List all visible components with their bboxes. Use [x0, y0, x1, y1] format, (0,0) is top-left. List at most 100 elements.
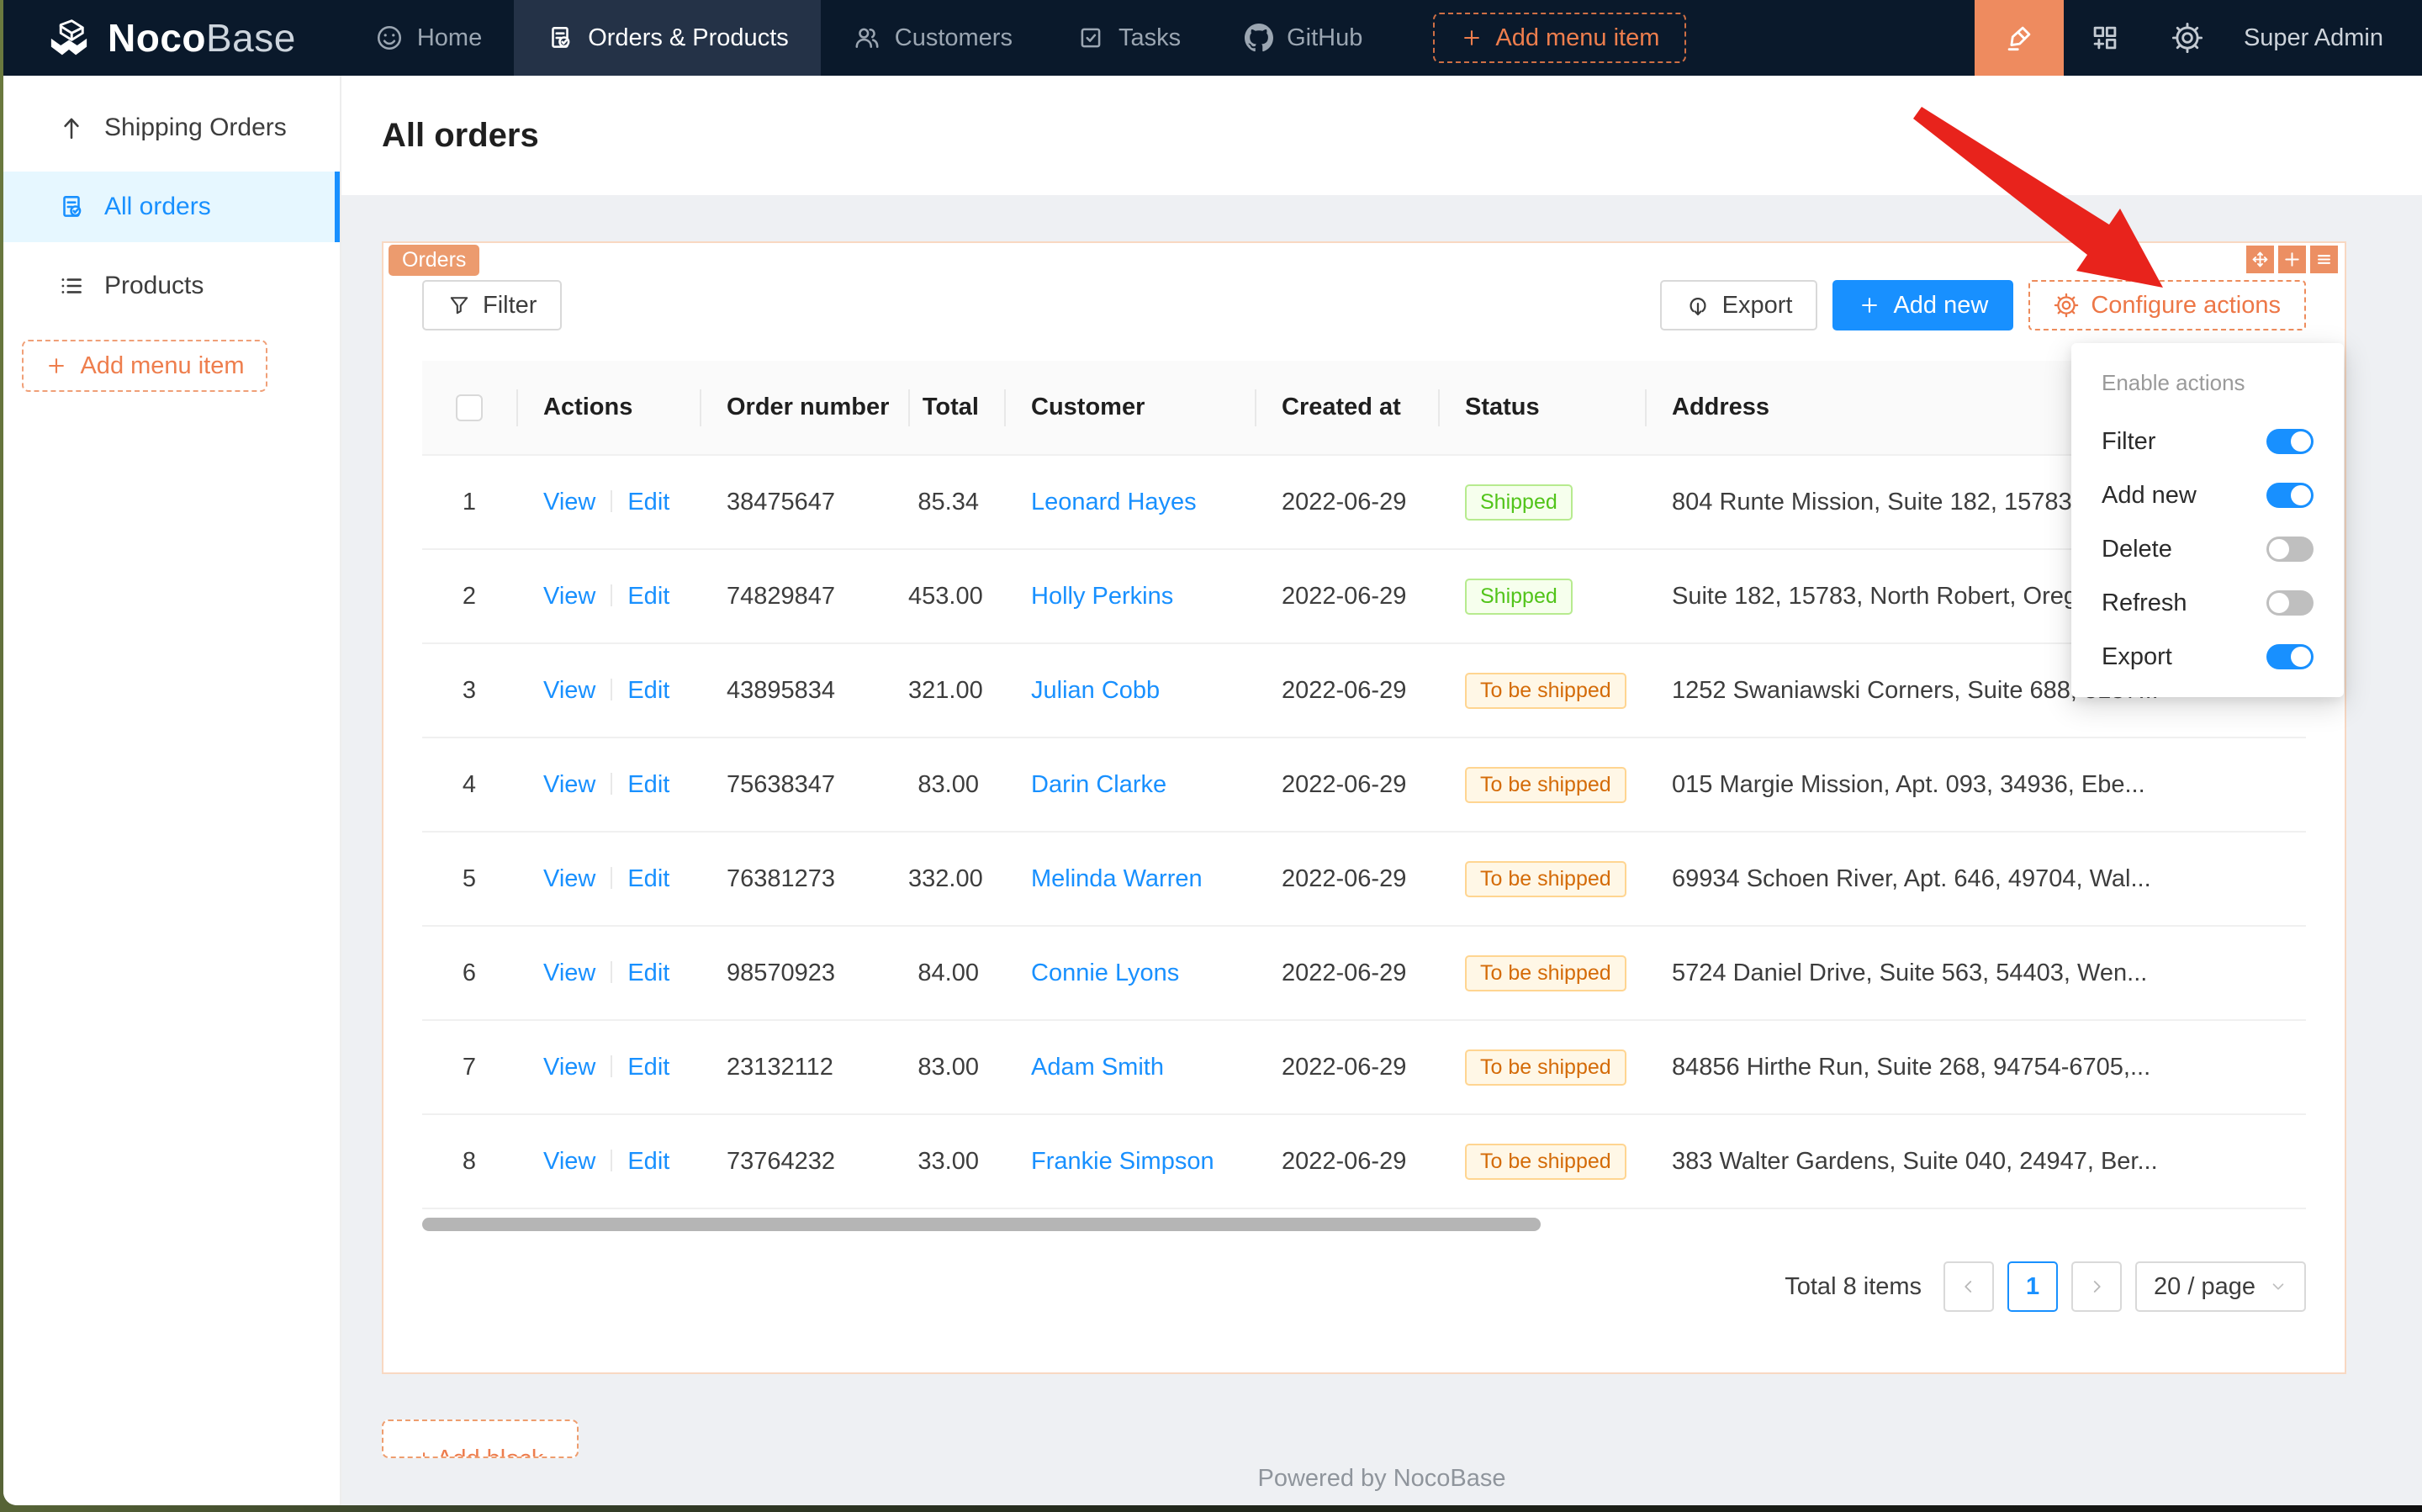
edit-link[interactable]: Edit	[627, 489, 669, 515]
block-settings-menu-button[interactable]	[2310, 246, 2338, 273]
edit-link[interactable]: Edit	[627, 583, 669, 610]
created-at-cell: 2022-06-29	[1255, 926, 1438, 1020]
filter-button[interactable]: Filter	[422, 280, 562, 330]
column-header-created-at[interactable]: Created at	[1255, 361, 1438, 455]
nav-item-orders-products[interactable]: Orders & Products	[514, 0, 821, 76]
plus-icon	[2282, 250, 2302, 269]
table-row[interactable]: 5 ViewEdit 76381273 332.00 Melinda Warre…	[422, 832, 2306, 926]
add-block-button[interactable]: + Add block	[382, 1419, 579, 1458]
toggle-knob	[2291, 647, 2311, 667]
table-row[interactable]: 2 ViewEdit 74829847 453.00 Holly Perkins…	[422, 549, 2306, 643]
view-link[interactable]: View	[543, 960, 595, 986]
view-link[interactable]: View	[543, 1148, 595, 1175]
toggle-switch[interactable]	[2266, 483, 2314, 508]
customer-link[interactable]: Darin Clarke	[1031, 771, 1166, 798]
created-at-cell: 2022-06-29	[1255, 643, 1438, 737]
customer-link[interactable]: Leonard Hayes	[1031, 489, 1197, 515]
table-row[interactable]: 1 ViewEdit 38475647 85.34 Leonard Hayes …	[422, 455, 2306, 549]
customer-link[interactable]: Frankie Simpson	[1031, 1148, 1214, 1175]
nav-item-customers[interactable]: Customers	[821, 0, 1044, 76]
status-cell: Shipped	[1438, 549, 1645, 643]
view-link[interactable]: View	[543, 583, 595, 610]
row-actions: View Edit	[516, 926, 700, 1020]
customer-link[interactable]: Holly Perkins	[1031, 583, 1173, 610]
view-link[interactable]: View	[543, 771, 595, 798]
user-menu[interactable]: Super Admin	[2229, 24, 2422, 52]
table-row[interactable]: 6 ViewEdit 98570923 84.00 Connie Lyons 2…	[422, 926, 2306, 1020]
customer-link[interactable]: Melinda Warren	[1031, 865, 1203, 892]
nav-item-tasks[interactable]: Tasks	[1044, 0, 1213, 76]
column-header-order-number[interactable]: Order number	[700, 361, 908, 455]
github-icon	[1245, 24, 1273, 52]
customer-cell: Adam Smith	[1004, 1020, 1255, 1114]
table-row[interactable]: 7 ViewEdit 23132112 83.00 Adam Smith 202…	[422, 1020, 2306, 1114]
total-cell: 321.00	[908, 643, 1004, 737]
gear-icon	[2171, 22, 2203, 54]
column-header-actions[interactable]: Actions	[516, 361, 700, 455]
view-link[interactable]: View	[543, 865, 595, 892]
page-size-select[interactable]: 20 / page	[2135, 1261, 2306, 1312]
brand-name: NocoBase	[108, 15, 296, 61]
toggle-switch[interactable]	[2266, 644, 2314, 669]
toggle-switch[interactable]	[2266, 590, 2314, 616]
sidebar-add-menu-item-button[interactable]: Add menu item	[22, 340, 267, 392]
ui-editor-button[interactable]	[1975, 0, 2064, 76]
toolbar-right: Export Add new	[1660, 280, 2306, 330]
status-badge: To be shipped	[1465, 767, 1626, 803]
table-row[interactable]: 3 ViewEdit 43895834 321.00 Julian Cobb 2…	[422, 643, 2306, 737]
plugin-manager-button[interactable]	[2089, 22, 2121, 54]
configure-actions-button[interactable]: Configure actions	[2028, 280, 2306, 330]
page-number-button[interactable]: 1	[2007, 1261, 2058, 1312]
enable-action-label: Add new	[2102, 482, 2197, 510]
table-row[interactable]: 8 ViewEdit 73764232 33.00 Frankie Simpso…	[422, 1114, 2306, 1208]
sidebar-item-all-orders[interactable]: All orders	[3, 172, 340, 242]
nav-add-menu-item-button[interactable]: Add menu item	[1433, 13, 1686, 63]
next-page-button[interactable]	[2071, 1261, 2122, 1312]
view-link[interactable]: View	[543, 1054, 595, 1081]
sidebar-item-products[interactable]: Products	[3, 251, 340, 321]
enable-actions-dropdown: Enable actions Filter Add new Delete Ref…	[2071, 343, 2344, 697]
drag-handle[interactable]	[2246, 246, 2274, 273]
row-index: 7	[422, 1020, 516, 1114]
edit-link[interactable]: Edit	[627, 771, 669, 798]
order-number-cell: 73764232	[700, 1114, 908, 1208]
column-header-status[interactable]: Status	[1438, 361, 1645, 455]
edit-link[interactable]: Edit	[627, 960, 669, 986]
edit-link[interactable]: Edit	[627, 865, 669, 892]
nocobase-logo[interactable]: NocoBase	[3, 0, 343, 76]
total-cell: 85.34	[908, 455, 1004, 549]
status-cell: To be shipped	[1438, 1020, 1645, 1114]
sidebar-item-shipping-orders[interactable]: Shipping Orders	[3, 93, 340, 163]
horizontal-scrollbar[interactable]	[422, 1218, 1541, 1231]
nav-item-home[interactable]: Home	[343, 0, 514, 76]
edit-link[interactable]: Edit	[627, 677, 669, 704]
status-badge: To be shipped	[1465, 673, 1626, 709]
select-all-checkbox[interactable]	[456, 394, 483, 421]
address-cell: 69934 Schoen River, Apt. 646, 49704, Wal…	[1645, 832, 2306, 926]
created-at-cell: 2022-06-29	[1255, 455, 1438, 549]
export-button[interactable]: Export	[1660, 280, 1818, 330]
toggle-switch[interactable]	[2266, 537, 2314, 562]
toggle-switch[interactable]	[2266, 429, 2314, 454]
enable-action-label: Export	[2102, 643, 2172, 671]
column-header-customer[interactable]: Customer	[1004, 361, 1255, 455]
column-header-total[interactable]: Total	[908, 361, 1004, 455]
sidebar-add-label: Add menu item	[80, 352, 244, 380]
main-area: All orders Orders	[341, 76, 2422, 1505]
filter-funnel-icon	[447, 293, 471, 317]
customer-link[interactable]: Julian Cobb	[1031, 677, 1160, 704]
settings-button[interactable]	[2171, 22, 2203, 54]
view-link[interactable]: View	[543, 489, 595, 515]
customer-link[interactable]: Connie Lyons	[1031, 960, 1179, 986]
edit-link[interactable]: Edit	[627, 1054, 669, 1081]
prev-page-button[interactable]	[1943, 1261, 1994, 1312]
add-block-designer-button[interactable]	[2278, 246, 2306, 273]
customer-link[interactable]: Adam Smith	[1031, 1054, 1164, 1081]
view-link[interactable]: View	[543, 677, 595, 704]
divider	[611, 1055, 612, 1077]
add-new-button[interactable]: Add new	[1832, 280, 2013, 330]
edit-link[interactable]: Edit	[627, 1148, 669, 1175]
table-row[interactable]: 4 ViewEdit 75638347 83.00 Darin Clarke 2…	[422, 737, 2306, 832]
nav-item-github[interactable]: GitHub	[1213, 0, 1394, 76]
document-check-icon	[57, 193, 86, 221]
